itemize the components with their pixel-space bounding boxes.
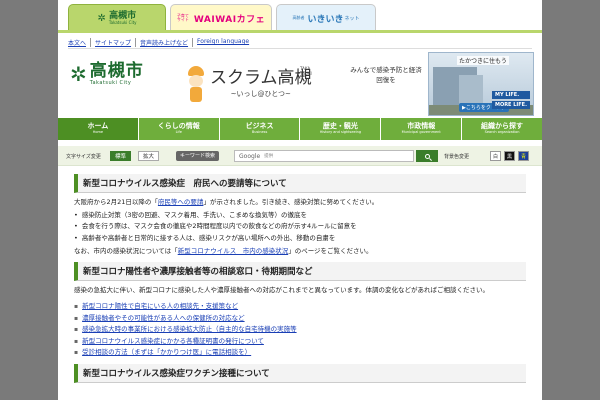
takatsuki-living-banner[interactable]: たかつきに住もう ▶こちらをクリック MY LIFE. MORE LIFE. xyxy=(428,52,534,116)
bg-black-button[interactable]: 黒 xyxy=(504,151,515,161)
nav-home[interactable]: ホーム Home xyxy=(58,118,139,140)
nav-life-en: Life xyxy=(175,129,182,134)
font-size-large-button[interactable]: 拡大 xyxy=(138,151,160,161)
text: なお、市内の感染状況については「 xyxy=(74,247,178,256)
site-logo[interactable]: ✲ 高槻市 Takatsuki City xyxy=(70,62,144,86)
link-foreign-language[interactable]: Foreign language xyxy=(192,38,253,47)
list-item: 新型コロナ陽性で自宅にいる人の相談先・支援策など xyxy=(74,301,526,313)
infection-prevention-banner[interactable]: みんなで感染予防と経済回復を xyxy=(348,66,424,86)
banner-more-life: MORE LIFE. xyxy=(491,101,530,109)
tab-waiwai-brand: WAIWAIカフェ xyxy=(193,14,266,25)
section-heading: 新型コロナウイルス感染症ワクチン接種について xyxy=(74,363,526,383)
tab-waiwai-cafe[interactable]: 子育て サイト WAIWAIカフェ xyxy=(170,4,272,31)
divider xyxy=(68,48,532,49)
list-item: 高齢者や高齢者と日常的に接する人は、感染リスクが高い場所への外出、移動の自粛を xyxy=(74,233,526,244)
nav-history-en: History and sightseeing xyxy=(319,129,362,134)
link-city-infection-status[interactable]: 新型コロナウイルス 市内の感染状況 xyxy=(178,247,289,255)
tab-waiwai-sub: 子育て サイト xyxy=(176,12,189,22)
banner-sub: ~いっし@ひとつ~ xyxy=(230,89,291,98)
link-close-contact-response[interactable]: 濃厚接触者やその可能性がある人への保健所の対応など xyxy=(82,314,245,322)
list-item: 新型コロナウイルス感染症にかかる各種証明書の発行について xyxy=(74,336,526,348)
text: 」のページをご覧ください。 xyxy=(288,247,373,256)
banner-right-title: たかつきに住もう xyxy=(457,56,509,65)
banner-main-prefix: スクラム xyxy=(210,67,278,88)
nav-organization-en: Search organization xyxy=(484,129,520,134)
link-voice-reading[interactable]: 音声読み上げなど xyxy=(135,38,192,47)
bullet-list: 感染防止対策（3密の回避、マスク着用、手洗い、こまめな換気等）の徹底を 会食を行… xyxy=(74,210,526,244)
font-size-label: 文字サイズ変更 xyxy=(66,154,101,160)
tools-bar: 文字サイズ変更 標準 拡大 キーワード検索 Google 提供 背景色変更 白 … xyxy=(58,146,542,166)
tab-ikiiki-suffix: ネット xyxy=(344,15,360,22)
bg-blue-button[interactable]: 青 xyxy=(518,151,529,161)
font-size-standard-button[interactable]: 標準 xyxy=(110,151,132,161)
city-emblem-icon: ✲ xyxy=(70,62,87,86)
tab-ikiiki-sub: 高齢者 xyxy=(292,15,305,20)
link-prefecture-request[interactable]: 府民等への要請 xyxy=(158,198,204,206)
bg-white-button[interactable]: 白 xyxy=(490,151,501,161)
paragraph: なお、市内の感染状況については「新型コロナウイルス 市内の感染状況」のページをご… xyxy=(74,246,526,257)
link-home-care-support[interactable]: 新型コロナ陽性で自宅にいる人の相談先・支援策など xyxy=(82,302,238,310)
global-nav: ホーム Home くらしの情報 Life ビジネス Business 歴史・観光… xyxy=(58,118,542,140)
logo-name: 高槻市 xyxy=(89,60,144,81)
main-content: 新型コロナウイルス感染症 府民への要請等について 大阪府から2月21日以降の「府… xyxy=(74,174,526,383)
city-emblem-icon: ✲ xyxy=(97,12,106,24)
tab-underline xyxy=(58,30,542,33)
list-item: 濃厚接触者やその可能性がある人への保健所の対応など xyxy=(74,313,526,325)
search-icon xyxy=(424,153,430,159)
keyword-search-label: キーワード検索 xyxy=(176,151,220,161)
nav-municipal[interactable]: 市政情報 Municipal government xyxy=(381,118,463,140)
paragraph: 大阪府から2月21日以降の「府民等への要請」が示されました。引き続き、感染対策に… xyxy=(74,197,526,208)
search-placeholder: 提供 xyxy=(264,154,274,159)
nav-home-en: Home xyxy=(92,129,104,134)
tab-ikiiki-net[interactable]: 高齢者 いきいき ネット xyxy=(276,4,376,31)
tab-takatsuki-city[interactable]: ✲ 高槻市 Takatsuki City xyxy=(68,4,166,31)
page: ✲ 高槻市 Takatsuki City 子育て サイト WAIWAIカフェ 高… xyxy=(58,0,542,400)
link-skip-to-content[interactable]: 本文へ xyxy=(68,38,90,47)
list-item: 感染防止対策（3密の回避、マスク着用、手洗い、こまめな換気等）の徹底を xyxy=(74,210,526,221)
link-sitemap[interactable]: サイトマップ xyxy=(90,38,135,47)
banner-my-life: MY LIFE. xyxy=(491,91,530,99)
nav-business-en: Business xyxy=(251,129,268,134)
scrum-takatsuki-banner[interactable]: スクラム高槻 TAKA TSUKI ~いっし@ひとつ~ xyxy=(186,56,344,112)
section-heading: 新型コロナウイルス感染症 府民への要請等について xyxy=(74,174,526,193)
link-certificates[interactable]: 新型コロナウイルス感染症にかかる各種証明書の発行について xyxy=(82,337,264,345)
search-brand: Google xyxy=(239,152,261,160)
list-item: 会食を行う際は、マスク会食の徹底や2時間程度以内での飲食などの府が示す4ルールに… xyxy=(74,221,526,232)
nav-history[interactable]: 歴史・観光 History and sightseeing xyxy=(300,118,382,140)
link-consultation-method[interactable]: 受診相談の方法（まずは「かかりつけ医」に電話相談を） xyxy=(82,348,251,356)
nav-municipal-en: Municipal government xyxy=(401,129,441,134)
nav-organization[interactable]: 組織から探す Search organization xyxy=(462,118,542,140)
banner-ruby: TAKA TSUKI xyxy=(300,65,312,76)
paragraph: 感染の急拡大に伴い、新型コロナに感染した人や濃厚接触者への対応がこれまでと異なっ… xyxy=(74,286,490,295)
list-item: 感染急拡大時の事業所における感染拡大防止（自主的な自宅待機の実施等 xyxy=(74,324,526,336)
text: 」が示されました。引き続き、感染対策に努めてください。 xyxy=(203,198,379,206)
text: 大阪府から2月21日以降の「 xyxy=(74,198,158,206)
mascot-icon xyxy=(186,64,206,104)
site-tabs: ✲ 高槻市 Takatsuki City 子育て サイト WAIWAIカフェ 高… xyxy=(58,0,542,33)
utility-links: 本文へ サイトマップ 音声読み上げなど Foreign language xyxy=(68,38,253,47)
section-heading: 新型コロナ陽性者や濃厚接触者等の相談窓口・待期期間など xyxy=(74,262,526,282)
tab-logo-sub: Takatsuki City xyxy=(108,19,137,25)
link-list: 新型コロナ陽性で自宅にいる人の相談先・支援策など 濃厚接触者やその可能性がある人… xyxy=(74,301,526,359)
search-input[interactable]: Google 提供 xyxy=(234,150,414,162)
nav-business[interactable]: ビジネス Business xyxy=(219,118,301,140)
nav-life[interactable]: くらしの情報 Life xyxy=(138,118,220,140)
link-workplace-prevention[interactable]: 感染急拡大時の事業所における感染拡大防止（自主的な自宅待機の実施等 xyxy=(82,325,297,333)
list-item: 受診相談の方法（まずは「かかりつけ医」に電話相談を） xyxy=(74,347,526,359)
tab-ikiiki-brand: いきいき xyxy=(307,14,344,25)
background-color-label: 背景色変更 xyxy=(444,154,470,160)
search-button[interactable] xyxy=(416,150,438,162)
